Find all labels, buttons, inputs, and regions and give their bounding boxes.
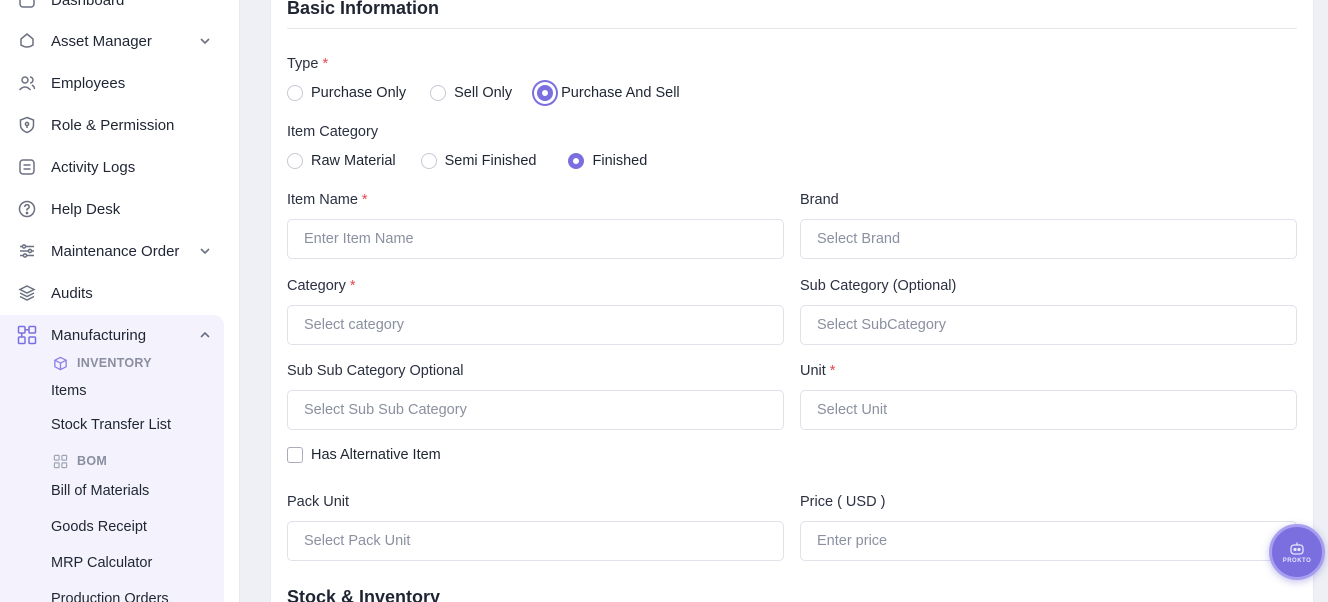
sidebar: Dashboard Asset Manager Employees Role &… (0, 0, 240, 602)
radio-circle-selected[interactable] (568, 153, 585, 169)
radio-circle[interactable] (287, 85, 303, 101)
type-label: Type * (287, 56, 329, 72)
section-title-basic-information: Basic Information (287, 0, 440, 18)
pack-unit-label: Pack Unit (287, 494, 350, 510)
sidebar-item-manufacturing[interactable]: Manufacturing (0, 315, 224, 355)
item-name-label: Item Name * (287, 192, 368, 208)
sidebar-item-role-permission[interactable]: Role & Permission (0, 105, 224, 145)
section-title-stock-inventory: Stock & Inventory (287, 587, 441, 602)
sidebar-item-maintenance-order[interactable]: Maintenance Order (0, 231, 224, 271)
radio-purchase-only[interactable]: Purchase Only (287, 85, 406, 101)
sidebar-item-help-desk[interactable]: Help Desk (0, 189, 224, 229)
sidebar-sub-item-goods-receipt[interactable]: Goods Receipt (51, 519, 147, 535)
has-alternative-item-checkbox[interactable]: Has Alternative Item (287, 447, 441, 463)
sidebar-item-activity-logs[interactable]: Activity Logs (0, 147, 224, 187)
category-select[interactable]: Select category (287, 305, 784, 345)
sidebar-item-label: Role & Permission (51, 116, 175, 134)
radio-finished[interactable]: Finished (568, 153, 647, 169)
price-label: Price ( USD ) (800, 494, 886, 510)
item-name-input-wrapper (287, 219, 784, 259)
layers-icon (17, 283, 37, 303)
chevron-down-icon (200, 248, 210, 255)
log-icon (17, 157, 37, 177)
sidebar-item-label: Maintenance Order (51, 242, 180, 260)
radio-raw-material[interactable]: Raw Material (287, 153, 396, 169)
assistant-fab-button[interactable]: PROKTO (1269, 524, 1325, 580)
sidebar-item-label: Audits (51, 284, 93, 302)
sidebar-sub-item-bill-of-materials[interactable]: Bill of Materials (51, 483, 149, 499)
sidebar-item-label: Activity Logs (51, 158, 136, 176)
tag-icon (17, 31, 37, 51)
item-category-radio-group: Raw Material Semi Finished Finished (287, 153, 647, 169)
checkbox-box[interactable] (287, 447, 303, 463)
chevron-up-icon (200, 331, 210, 338)
box-icon (52, 355, 68, 371)
sub-sub-category-select[interactable]: Select Sub Sub Category (287, 390, 784, 430)
users-icon (17, 73, 37, 93)
radio-circle-selected[interactable] (537, 85, 554, 101)
sidebar-sub-item-stock-transfer[interactable]: Stock Transfer List (51, 417, 171, 433)
sidebar-item-label: Manufacturing (51, 326, 147, 344)
shield-icon (17, 115, 37, 135)
sidebar-item-asset-manager[interactable]: Asset Manager (0, 21, 224, 61)
brand-select[interactable]: Select Brand (800, 219, 1297, 259)
radio-semi-finished[interactable]: Semi Finished (420, 153, 536, 169)
sidebar-item-label: Employees (51, 74, 126, 92)
sidebar-sub-item-items[interactable]: Items (51, 383, 86, 399)
radio-circle[interactable] (430, 85, 447, 101)
sidebar-item-dashboard[interactable]: Dashboard (0, 0, 224, 20)
section-divider (287, 28, 1297, 29)
category-label: Category * (287, 278, 356, 294)
sidebar-item-label: Dashboard (51, 0, 125, 9)
sub-category-label: Sub Category (Optional) (800, 278, 957, 294)
brand-label: Brand (800, 192, 839, 208)
sub-sub-category-label: Sub Sub Category Optional (287, 363, 464, 379)
unit-select[interactable]: Select Unit (800, 390, 1297, 430)
radio-sell-only[interactable]: Sell Only (430, 85, 512, 101)
type-radio-group: Purchase Only Sell Only Purchase And Sel… (287, 85, 680, 101)
radio-circle[interactable] (420, 153, 437, 169)
grid-icon (52, 453, 68, 469)
sub-category-select[interactable]: Select SubCategory (800, 305, 1297, 345)
group-label-bom: BOM (52, 453, 107, 469)
group-label-inventory: INVENTORY (52, 355, 152, 371)
sidebar-item-label: Asset Manager (51, 32, 152, 50)
dashboard-icon (17, 0, 37, 10)
sliders-icon (17, 241, 37, 261)
sidebar-item-audits[interactable]: Audits (0, 273, 224, 313)
radio-purchase-and-sell[interactable]: Purchase And Sell (537, 85, 680, 101)
item-name-input[interactable] (304, 231, 767, 247)
price-input-wrapper (800, 521, 1297, 561)
sidebar-item-employees[interactable]: Employees (0, 63, 224, 103)
radio-circle[interactable] (287, 153, 303, 169)
sidebar-item-label: Help Desk (51, 200, 121, 218)
robot-icon (1290, 542, 1304, 555)
price-input[interactable] (817, 533, 1280, 549)
chevron-down-icon (200, 38, 210, 45)
grid-icon (17, 325, 37, 345)
help-icon (17, 199, 37, 219)
unit-label: Unit * (800, 363, 836, 379)
pack-unit-select[interactable]: Select Pack Unit (287, 521, 784, 561)
item-category-label: Item Category (287, 124, 379, 140)
sidebar-sub-item-mrp-calculator[interactable]: MRP Calculator (51, 555, 152, 571)
sidebar-sub-item-production-orders[interactable]: Production Orders (51, 591, 169, 602)
